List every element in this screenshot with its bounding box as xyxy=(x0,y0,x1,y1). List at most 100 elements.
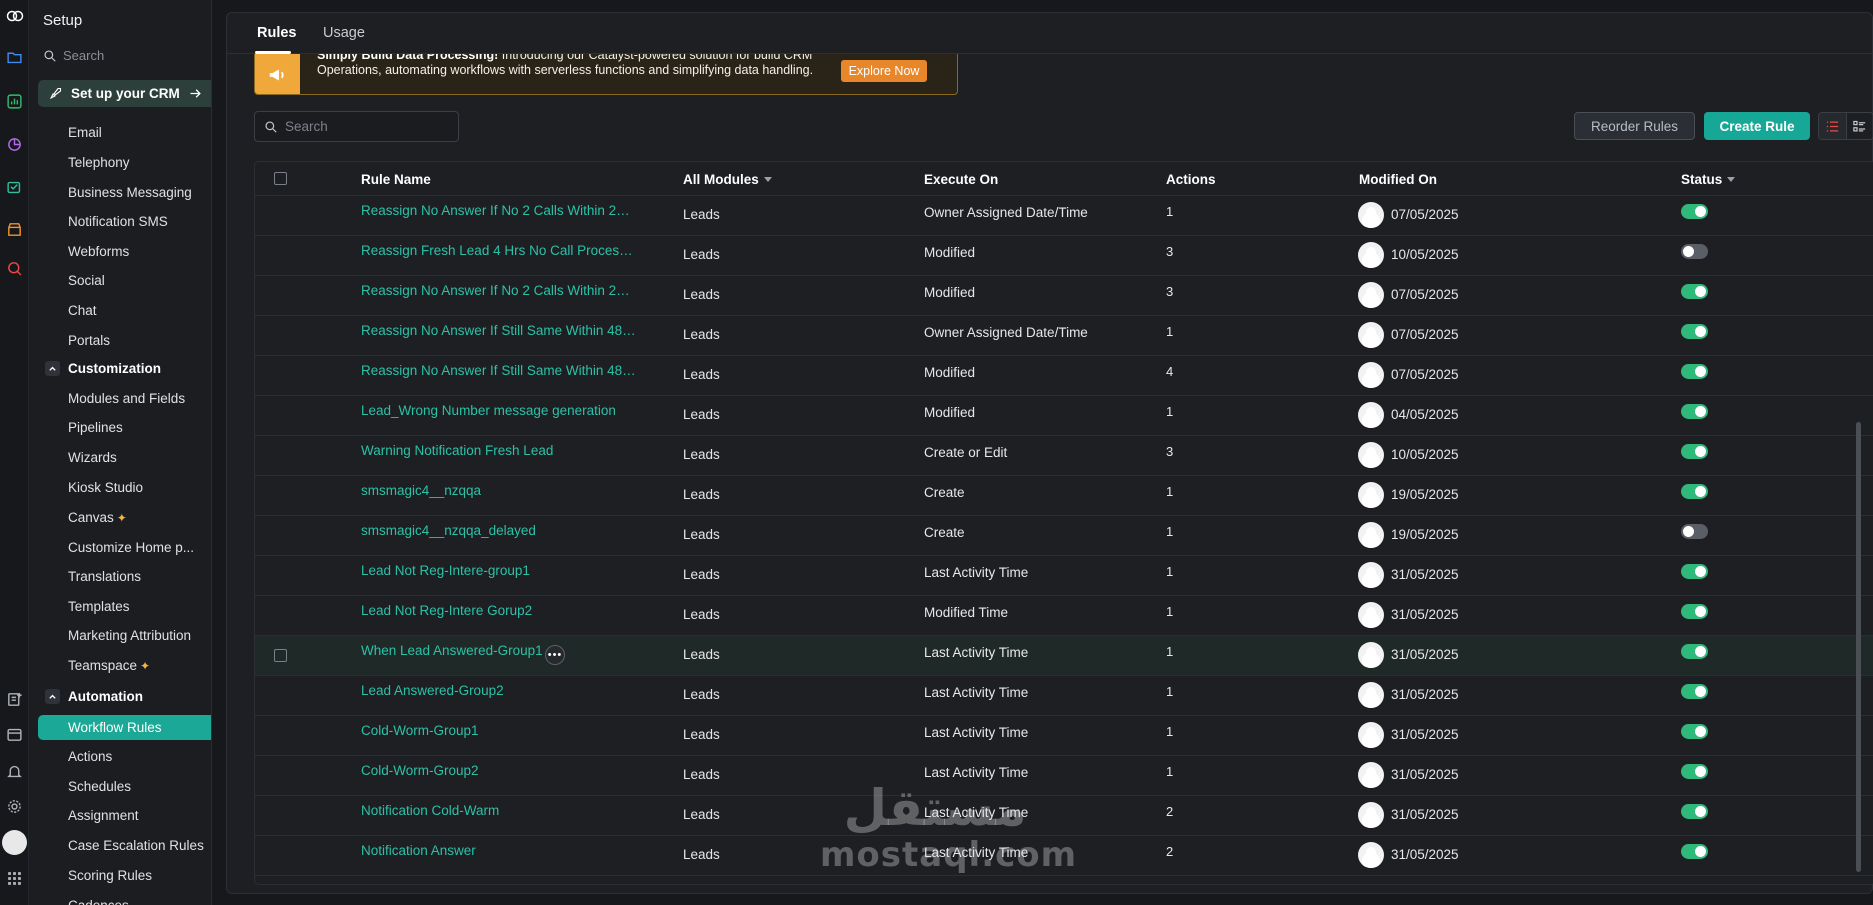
section-customization[interactable]: Customization xyxy=(45,361,161,376)
table-row[interactable]: Reassign No Answer If Still Same Within … xyxy=(255,356,1873,396)
tab-rules[interactable]: Rules xyxy=(257,25,297,41)
rule-name-link[interactable]: smsmagic4__nzqqa xyxy=(361,483,481,498)
chevron-up-icon[interactable] xyxy=(45,361,60,376)
sidebar-item[interactable]: Pipelines xyxy=(68,420,123,435)
status-toggle[interactable] xyxy=(1681,204,1708,219)
table-row[interactable]: Lead Answered-Group2 Leads Last Activity T… xyxy=(255,676,1873,716)
status-toggle[interactable] xyxy=(1681,524,1708,539)
list-view-button[interactable] xyxy=(1819,113,1846,139)
status-toggle[interactable] xyxy=(1681,324,1708,339)
table-row[interactable]: Reassign No Answer If Still Same Within … xyxy=(255,316,1873,356)
rule-name-link[interactable]: Reassign No Answer If No 2 Calls Within … xyxy=(361,203,636,218)
analytics-icon[interactable] xyxy=(5,92,24,111)
chevron-up-icon[interactable] xyxy=(45,689,60,704)
table-row[interactable]: Notification Cold-Warm Leads Last Activity… xyxy=(255,796,1873,836)
tab-usage[interactable]: Usage xyxy=(323,25,365,41)
rule-name-link[interactable]: Lead_Wrong Number message generation xyxy=(361,403,616,418)
select-all-checkbox[interactable] xyxy=(274,172,287,185)
sidebar-item[interactable]: Cadences xyxy=(68,898,129,905)
table-row[interactable]: Cold-Worm-Group1 Leads Last Activity Time 1… xyxy=(255,716,1873,756)
rule-name-link[interactable]: Reassign No Answer If Still Same Within … xyxy=(361,363,636,378)
calendar-icon[interactable] xyxy=(5,725,24,744)
setup-crm-button[interactable]: Set up your CRM xyxy=(38,80,211,107)
sidebar-item[interactable]: Teamspace ✦ xyxy=(68,658,150,673)
sidebar-item[interactable]: Telephony xyxy=(68,155,130,170)
rule-name-link[interactable]: When Lead Answered-Group1 xyxy=(361,643,543,658)
rule-name-link[interactable]: smsmagic4__nzqqa_delayed xyxy=(361,523,536,538)
col-status-filter[interactable]: Status xyxy=(1681,172,1736,187)
table-row[interactable]: smsmagic4__nzqqa Leads Create 1 19/05/2025 xyxy=(255,476,1873,516)
col-module-filter[interactable]: All Modules xyxy=(683,172,772,187)
folder-icon[interactable] xyxy=(5,48,24,67)
table-row[interactable]: When Lead Answered-Group1 ••• Leads Last Ac… xyxy=(255,636,1873,676)
explore-now-button[interactable]: Explore Now xyxy=(841,60,927,82)
status-toggle[interactable] xyxy=(1681,804,1708,819)
sidebar-item[interactable]: Translations xyxy=(68,569,141,584)
rule-name-link[interactable]: Reassign Fresh Lead 4 Hrs No Call Proces… xyxy=(361,243,636,258)
rule-name-link[interactable]: Warning Notification Fresh Lead xyxy=(361,443,553,458)
rule-name-link[interactable]: Reassign No Answer If Still Same Within … xyxy=(361,323,636,338)
sidebar-item[interactable]: Scoring Rules xyxy=(68,868,152,883)
sidebar-item[interactable]: Customize Home p... xyxy=(68,540,194,555)
table-row[interactable]: smsmagic4__nzqqa_delayed Leads Create 1 19/0… xyxy=(255,516,1873,556)
status-toggle[interactable] xyxy=(1681,244,1708,259)
pie-chart-icon[interactable] xyxy=(5,135,24,154)
status-toggle[interactable] xyxy=(1681,364,1708,379)
sidebar-item[interactable]: Case Escalation Rules xyxy=(68,838,204,853)
rule-search-input[interactable] xyxy=(285,119,445,134)
sidebar-item[interactable]: Assignment xyxy=(68,808,139,823)
rule-name-link[interactable]: Reassign No Answer If No 2 Calls Within … xyxy=(361,283,636,298)
sidebar-item[interactable]: Actions xyxy=(68,749,112,764)
rule-name-link[interactable]: Lead Answered-Group2 xyxy=(361,683,504,698)
section-automation[interactable]: Automation xyxy=(45,689,143,704)
rule-name-link[interactable]: Notification Answer xyxy=(361,843,476,858)
reorder-rules-button[interactable]: Reorder Rules xyxy=(1574,112,1695,140)
sidebar-item[interactable]: Notification SMS xyxy=(68,214,168,229)
table-scrollbar[interactable] xyxy=(1856,422,1861,872)
status-toggle[interactable] xyxy=(1681,284,1708,299)
sidebar-item[interactable]: Email xyxy=(68,125,102,140)
table-row[interactable]: Warning Notification Fresh Lead Leads Crea… xyxy=(255,436,1873,476)
sidebar-item[interactable]: Chat xyxy=(68,303,97,318)
rule-name-link[interactable]: Cold-Worm-Group1 xyxy=(361,723,479,738)
status-toggle[interactable] xyxy=(1681,844,1708,859)
sidebar-item[interactable]: Wizards xyxy=(68,450,117,465)
detail-view-button[interactable] xyxy=(1845,113,1873,139)
table-row[interactable]: Reassign No Answer If No 2 Calls Within … xyxy=(255,276,1873,316)
status-toggle[interactable] xyxy=(1681,684,1708,699)
rule-name-link[interactable]: Lead Not Reg-Intere Gorup2 xyxy=(361,603,532,618)
more-options-icon[interactable]: ••• xyxy=(545,645,565,665)
status-toggle[interactable] xyxy=(1681,644,1708,659)
sidebar-item[interactable]: Social xyxy=(68,273,105,288)
rule-name-link[interactable]: Notification Cold-Warm xyxy=(361,803,499,818)
status-toggle[interactable] xyxy=(1681,764,1708,779)
table-row[interactable]: Lead Not Reg-Intere-group1 Leads Last Acti… xyxy=(255,556,1873,596)
rule-name-link[interactable]: Cold-Worm-Group2 xyxy=(361,763,479,778)
status-toggle[interactable] xyxy=(1681,604,1708,619)
status-toggle[interactable] xyxy=(1681,724,1708,739)
search-analytics-icon[interactable] xyxy=(5,259,24,278)
sidebar-item[interactable]: Webforms xyxy=(68,244,129,259)
rule-search-field[interactable] xyxy=(254,111,459,142)
table-row[interactable]: Cold-Worm-Group2 Leads Last Activity Time 1… xyxy=(255,756,1873,796)
row-checkbox[interactable] xyxy=(274,649,287,662)
gear-icon[interactable] xyxy=(5,797,24,816)
status-toggle[interactable] xyxy=(1681,404,1708,419)
status-toggle[interactable] xyxy=(1681,564,1708,579)
table-row[interactable]: Reassign No Answer If No 2 Calls Within … xyxy=(255,196,1873,236)
store-icon[interactable] xyxy=(5,220,24,239)
sidebar-item[interactable]: Templates xyxy=(68,599,130,614)
user-avatar[interactable] xyxy=(2,830,27,855)
sidebar-item[interactable]: Portals xyxy=(68,333,110,348)
sidebar-item[interactable]: Business Messaging xyxy=(68,185,192,200)
sidebar-item[interactable]: Kiosk Studio xyxy=(68,480,143,495)
apps-grid-icon[interactable] xyxy=(5,869,24,888)
bell-icon[interactable] xyxy=(5,762,24,781)
status-toggle[interactable] xyxy=(1681,444,1708,459)
table-row[interactable]: Reassign Fresh Lead 4 Hrs No Call Proces… xyxy=(255,236,1873,276)
sidebar-item[interactable]: Canvas ✦ xyxy=(68,510,127,525)
table-row[interactable]: Lead_Wrong Number message generation Lead… xyxy=(255,396,1873,436)
sidebar-item[interactable]: Marketing Attribution xyxy=(68,628,191,643)
add-note-icon[interactable] xyxy=(5,690,24,709)
rule-name-link[interactable]: Lead Not Reg-Intere-group1 xyxy=(361,563,530,578)
